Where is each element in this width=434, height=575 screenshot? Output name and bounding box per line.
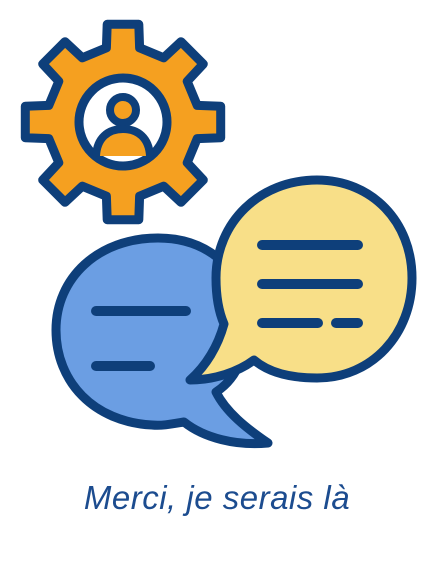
caption-text: Merci, je serais là bbox=[83, 479, 351, 516]
gear-user-icon bbox=[20, 19, 226, 225]
speech-bubble-right-icon bbox=[185, 175, 417, 385]
chat-illustration bbox=[20, 19, 417, 449]
user-body bbox=[92, 125, 154, 157]
user-head bbox=[106, 93, 140, 127]
